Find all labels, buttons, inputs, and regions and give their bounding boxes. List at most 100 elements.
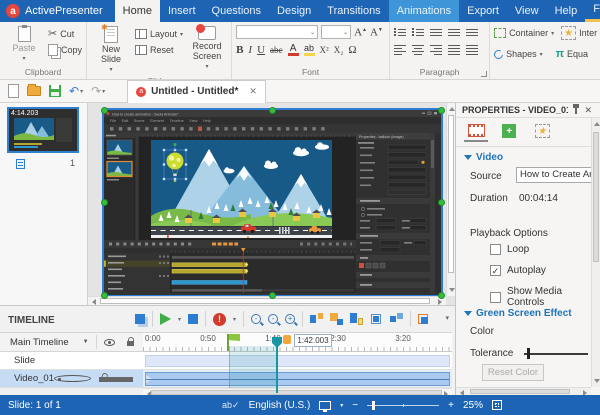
track-selector[interactable]: Main Timeline bbox=[0, 337, 69, 348]
record-screen-button[interactable]: Record Screen ▾ bbox=[187, 25, 227, 72]
shapes-button[interactable]: Shapes ▾ π Equa bbox=[494, 48, 597, 60]
italic-button[interactable]: I bbox=[248, 44, 252, 56]
paragraph-spacing-button[interactable] bbox=[466, 43, 478, 55]
decrease-indent-button[interactable] bbox=[430, 27, 442, 36]
font-color-button[interactable]: A bbox=[288, 44, 299, 56]
canvas-hscroll-thumb[interactable] bbox=[100, 298, 430, 304]
document-tab-close-icon[interactable]: ✕ bbox=[249, 86, 257, 97]
lock-toggle-icon[interactable] bbox=[127, 341, 134, 346]
reset-color-button[interactable]: Reset Color bbox=[482, 364, 544, 381]
zoom-out-button[interactable]: − bbox=[352, 400, 358, 411]
selection-handle-mid-left[interactable] bbox=[101, 199, 108, 206]
undo-button[interactable]: ↶▾ bbox=[69, 84, 83, 98]
timeline-overflow-icon[interactable]: ▾ bbox=[445, 314, 449, 322]
record-dropdown-icon[interactable]: ▾ bbox=[233, 316, 236, 323]
document-tab[interactable]: a Untitled - Untitled* ✕ bbox=[127, 80, 266, 103]
tab-design[interactable]: Design bbox=[269, 0, 319, 22]
properties-vscroll-thumb[interactable] bbox=[593, 132, 599, 262]
shrink-font-button[interactable]: A▼ bbox=[370, 25, 383, 39]
tolerance-slider-track[interactable] bbox=[524, 353, 588, 355]
tab-insert[interactable]: Insert bbox=[160, 0, 204, 22]
playhead-line[interactable] bbox=[276, 346, 278, 393]
loop-checkbox[interactable]: Loop bbox=[490, 244, 529, 255]
selection-handle-bottom-center[interactable] bbox=[269, 292, 276, 299]
track-header-slide[interactable]: Slide bbox=[0, 352, 143, 370]
timeline-selection-range[interactable] bbox=[229, 346, 277, 388]
new-slide-button[interactable]: ✱ New Slide ▾ bbox=[91, 25, 131, 75]
reset-button[interactable]: Reset bbox=[135, 44, 183, 56]
properties-horizontal-scrollbar[interactable] bbox=[456, 387, 591, 395]
zoom-fit-icon[interactable]: + bbox=[285, 314, 295, 324]
tab-questions[interactable]: Questions bbox=[204, 0, 270, 22]
canvas-vscroll-thumb[interactable] bbox=[448, 115, 454, 273]
split-button[interactable] bbox=[310, 313, 323, 325]
zoom-in-button[interactable]: + bbox=[448, 400, 454, 411]
zoom-out-icon[interactable]: - bbox=[268, 314, 278, 324]
font-family-select[interactable]: ⌄ bbox=[236, 25, 318, 39]
subscript-button[interactable]: X₂ bbox=[334, 44, 344, 56]
preview-dropdown-icon[interactable]: ▾ bbox=[340, 402, 343, 409]
tab-format[interactable]: Format bbox=[585, 0, 600, 22]
numbered-list-button[interactable] bbox=[412, 27, 424, 36]
slide-duration-bar[interactable] bbox=[145, 355, 450, 367]
save-button[interactable] bbox=[49, 85, 61, 97]
fit-to-window-icon[interactable] bbox=[492, 400, 502, 410]
language-selector[interactable]: English (U.S.) bbox=[249, 400, 311, 411]
track-header-video[interactable]: Video_01 bbox=[0, 370, 143, 388]
tab-export[interactable]: Export bbox=[459, 0, 507, 22]
canvas-vertical-scrollbar[interactable] bbox=[446, 103, 455, 296]
play-button[interactable] bbox=[160, 313, 171, 325]
font-size-select[interactable]: ⌄ bbox=[321, 25, 351, 39]
paste-button[interactable]: Paste ▾ bbox=[4, 25, 44, 64]
properties-close-icon[interactable]: ✕ bbox=[584, 105, 594, 116]
convert-button[interactable] bbox=[418, 313, 431, 325]
show-media-controls-checkbox[interactable]: Show Media Controls bbox=[490, 286, 600, 308]
redo-button[interactable]: ↷▾ bbox=[91, 84, 105, 98]
tab-animations[interactable]: Animations bbox=[389, 0, 459, 22]
join-button[interactable] bbox=[330, 313, 343, 325]
paragraph-dialog-launcher[interactable] bbox=[481, 71, 487, 77]
selected-video-object[interactable]: How to create animation - Saola Animate*… bbox=[104, 110, 441, 295]
pin-icon[interactable] bbox=[575, 107, 577, 114]
insert-freeze-button[interactable] bbox=[390, 313, 403, 325]
tab-transitions[interactable]: Transitions bbox=[319, 0, 388, 22]
layout-button[interactable]: Layout ▾ bbox=[135, 28, 183, 40]
orange-marker-icon[interactable] bbox=[283, 335, 291, 344]
tab-help[interactable]: Help bbox=[547, 0, 586, 22]
cut-button[interactable]: ✂ Cut bbox=[48, 28, 82, 40]
timeline-ruler[interactable]: 0:00 0:50 1:40 2:30 3:20 1:42.003 bbox=[143, 332, 452, 352]
tab-media-properties[interactable] bbox=[464, 120, 488, 142]
selection-handle-mid-right[interactable] bbox=[438, 199, 445, 206]
properties-hscroll-thumb[interactable] bbox=[470, 389, 570, 394]
proofing-icon[interactable]: ab✓ bbox=[222, 400, 240, 411]
strikethrough-button[interactable]: abc bbox=[270, 44, 283, 56]
visibility-toggle-icon[interactable] bbox=[104, 339, 115, 346]
track-lane-slide[interactable] bbox=[143, 352, 452, 370]
bullet-list-button[interactable] bbox=[394, 27, 406, 36]
track-lane-video[interactable] bbox=[143, 370, 452, 388]
video-clip-bar[interactable] bbox=[145, 372, 450, 386]
lock-toggle-icon[interactable] bbox=[99, 377, 134, 382]
align-center-button[interactable] bbox=[412, 43, 424, 55]
align-right-button[interactable] bbox=[430, 43, 442, 55]
bold-button[interactable]: B bbox=[236, 44, 243, 56]
video-section-header[interactable]: Video bbox=[464, 152, 503, 163]
superscript-button[interactable]: X² bbox=[320, 44, 329, 56]
underline-button[interactable]: U bbox=[257, 44, 265, 56]
line-spacing-button[interactable] bbox=[466, 27, 478, 36]
zoom-in-icon[interactable]: - bbox=[251, 314, 261, 324]
selection-handle-bottom-right[interactable] bbox=[438, 292, 445, 299]
highlight-color-button[interactable]: ab bbox=[304, 44, 315, 56]
grow-font-button[interactable]: A▲ bbox=[354, 25, 367, 39]
selection-handle-top-right[interactable] bbox=[438, 107, 445, 114]
selection-handle-top-center[interactable] bbox=[269, 107, 276, 114]
visibility-toggle-icon[interactable] bbox=[54, 375, 91, 382]
copy-button[interactable]: Copy bbox=[48, 44, 82, 56]
play-dropdown-icon[interactable]: ▾ bbox=[178, 316, 181, 323]
new-document-button[interactable] bbox=[8, 84, 19, 98]
record-narration-button[interactable]: ! bbox=[213, 313, 226, 326]
insert-time-button[interactable] bbox=[350, 313, 363, 325]
selection-handle-top-left[interactable] bbox=[101, 107, 108, 114]
properties-vertical-scrollbar[interactable] bbox=[591, 118, 600, 387]
container-button[interactable]: Container ▾ ★ Inter bbox=[494, 27, 597, 39]
